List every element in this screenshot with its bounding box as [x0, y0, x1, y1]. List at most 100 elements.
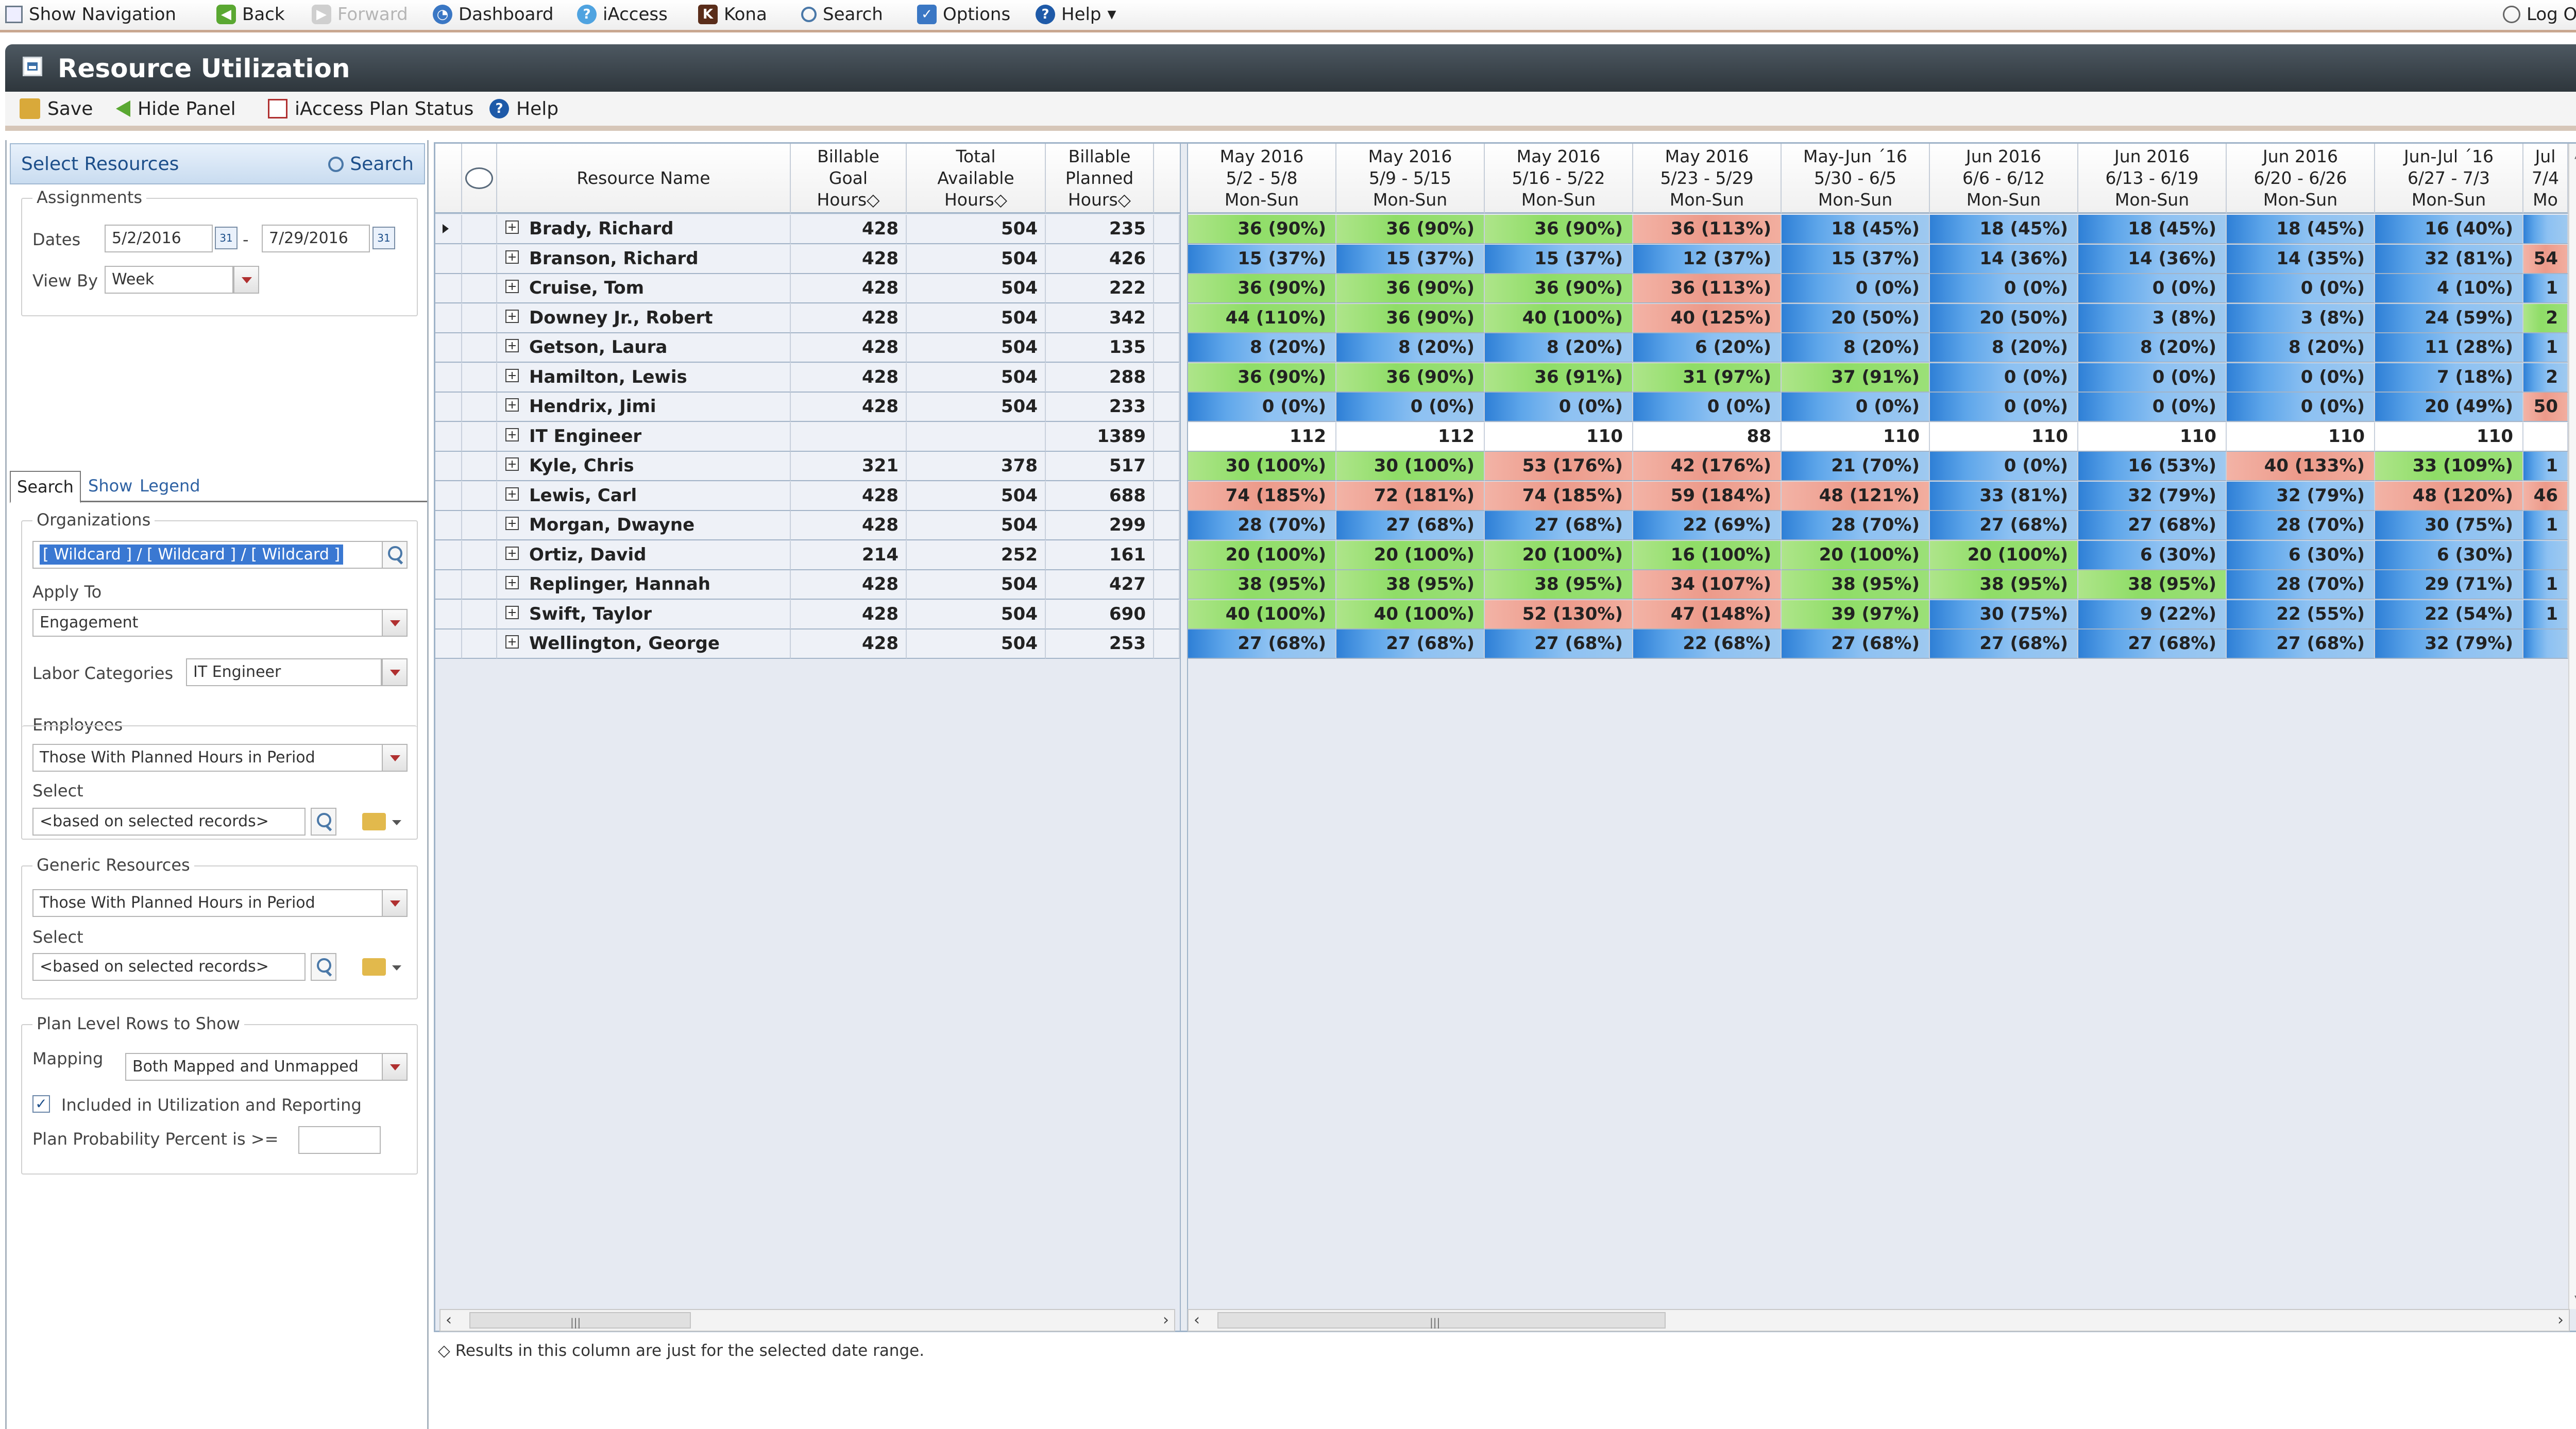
row-selector[interactable]	[435, 600, 462, 630]
week-utilization-cell[interactable]: 0 (0%)	[1485, 393, 1633, 422]
labor-categories-select[interactable]: IT Engineer	[186, 658, 382, 686]
week-utilization-cell[interactable]: 0 (0%)	[1930, 363, 2078, 393]
week-utilization-cell[interactable]: 22 (55%)	[2227, 600, 2375, 630]
week-utilization-cell[interactable]: 36 (90%)	[1336, 274, 1485, 303]
week-utilization-cell[interactable]: 7 (18%)	[2375, 363, 2523, 393]
week-header[interactable]: May 2016 5/2 - 5/8 Mon-Sun	[1188, 144, 1336, 214]
week-utilization-cell[interactable]: 18 (45%)	[2078, 215, 2227, 244]
week-utilization-cell[interactable]: 30 (100%)	[1336, 452, 1485, 481]
week-utilization-cell[interactable]: 36 (90%)	[1188, 363, 1336, 393]
left-scroll-thumb[interactable]: |||	[469, 1312, 691, 1329]
week-utilization-cell[interactable]: 48 (121%)	[1782, 481, 1930, 511]
week-utilization-cell[interactable]: 0 (0%)	[1930, 393, 2078, 422]
week-utilization-cell[interactable]: 54	[2523, 244, 2568, 274]
week-utilization-cell[interactable]: 1	[2523, 600, 2568, 630]
hide-panel-button[interactable]: Hide Panel	[116, 96, 236, 122]
week-utilization-cell[interactable]: 36 (90%)	[1188, 215, 1336, 244]
week-utilization-cell[interactable]: 110	[1485, 422, 1633, 452]
week-utilization-cell[interactable]: 36 (90%)	[1336, 303, 1485, 333]
week-utilization-cell[interactable]: 32 (79%)	[2078, 481, 2227, 511]
probability-input[interactable]	[298, 1126, 381, 1154]
week-utilization-cell[interactable]: 8 (20%)	[1930, 333, 2078, 363]
calendar-to-icon[interactable]: 31	[372, 227, 395, 249]
week-utilization-cell[interactable]: 1	[2523, 274, 2568, 303]
week-header[interactable]: Jun-Jul ´16 6/27 - 7/3 Mon-Sun	[2375, 144, 2523, 214]
expand-icon[interactable]	[505, 635, 519, 649]
week-utilization-cell[interactable]: 36 (90%)	[1485, 274, 1633, 303]
week-utilization-cell[interactable]: 22 (68%)	[1633, 630, 1782, 659]
apply-to-select[interactable]: Engagement	[32, 609, 383, 637]
row-comment-cell[interactable]	[462, 393, 497, 422]
available-hours-header[interactable]: Total Available Hours◇	[907, 144, 1046, 214]
week-utilization-cell[interactable]: 27 (68%)	[2227, 630, 2375, 659]
week-utilization-cell[interactable]: 30 (75%)	[1930, 600, 2078, 630]
week-utilization-cell[interactable]: 36 (90%)	[1485, 215, 1633, 244]
row-comment-cell[interactable]	[462, 570, 497, 600]
week-utilization-cell[interactable]: 27 (68%)	[1485, 630, 1633, 659]
week-utilization-cell[interactable]: 8 (20%)	[1782, 333, 1930, 363]
week-utilization-cell[interactable]: 20 (49%)	[2375, 393, 2523, 422]
row-selector[interactable]	[435, 215, 462, 244]
expand-icon[interactable]	[505, 368, 519, 382]
week-utilization-cell[interactable]: 22 (69%)	[1633, 511, 1782, 540]
scroll-right-icon[interactable]: ›	[1163, 1311, 1169, 1329]
week-utilization-cell[interactable]: 18 (45%)	[2227, 215, 2375, 244]
kona-button[interactable]: K Kona	[698, 2, 767, 27]
week-utilization-cell[interactable]: 12 (37%)	[1633, 244, 1782, 274]
week-utilization-cell[interactable]: 47 (148%)	[1633, 600, 1782, 630]
week-utilization-cell[interactable]: 21 (70%)	[1782, 452, 1930, 481]
table-row[interactable]: Downey Jr., Robert 428 504 342 44 (110%) 36 (…	[435, 303, 2568, 333]
week-utilization-cell[interactable]: 30 (75%)	[2375, 511, 2523, 540]
vertical-scrollbar[interactable]: ▲ ▼	[2568, 144, 2576, 1309]
week-utilization-cell[interactable]: 0 (0%)	[1782, 274, 1930, 303]
week-utilization-cell[interactable]: 0 (0%)	[1930, 452, 2078, 481]
row-comment-cell[interactable]	[462, 540, 497, 570]
week-utilization-cell[interactable]: 27 (68%)	[1336, 511, 1485, 540]
week-utilization-cell[interactable]: 110	[2227, 422, 2375, 452]
table-row[interactable]: Brady, Richard 428 504 235 36 (90%) 36 (90%) 3…	[435, 215, 2568, 244]
week-utilization-cell[interactable]: 52 (130%)	[1485, 600, 1633, 630]
expand-icon[interactable]	[505, 517, 519, 530]
week-utilization-cell[interactable]: 28 (70%)	[1782, 511, 1930, 540]
row-comment-cell[interactable]	[462, 333, 497, 363]
week-utilization-cell[interactable]: 2	[2523, 303, 2568, 333]
table-row[interactable]: Ortiz, David 214 252 161 20 (100%) 20 (100%) 2…	[435, 540, 2568, 570]
employees-records-input[interactable]: <based on selected records>	[32, 808, 306, 836]
week-utilization-cell[interactable]: 112	[1336, 422, 1485, 452]
week-header[interactable]: Jun 2016 6/13 - 6/19 Mon-Sun	[2078, 144, 2227, 214]
week-utilization-cell[interactable]: 0 (0%)	[1188, 393, 1336, 422]
expand-icon[interactable]	[505, 457, 519, 471]
table-row[interactable]: IT Engineer 1389 112 112 110 88 110 110 110 110 11…	[435, 422, 2568, 452]
apply-to-dropdown-button[interactable]	[382, 609, 408, 637]
week-utilization-cell[interactable]: 40 (100%)	[1188, 600, 1336, 630]
row-comment-cell[interactable]	[462, 363, 497, 393]
planned-hours-header[interactable]: Billable Planned Hours◇	[1046, 144, 1154, 214]
week-utilization-cell[interactable]: 20 (100%)	[1782, 540, 1930, 570]
row-selector[interactable]	[435, 333, 462, 363]
week-utilization-cell[interactable]: 88	[1633, 422, 1782, 452]
expand-icon[interactable]	[505, 546, 519, 560]
generic-lookup-icon[interactable]	[311, 953, 336, 981]
right-scroll-thumb[interactable]: |||	[1217, 1312, 1666, 1329]
right-horizontal-scrollbar[interactable]: ‹ ||| ›	[1188, 1309, 2570, 1332]
week-header[interactable]: Jun 2016 6/20 - 6/26 Mon-Sun	[2227, 144, 2375, 214]
week-utilization-cell[interactable]: 1	[2523, 570, 2568, 600]
week-utilization-cell[interactable]: 38 (95%)	[1336, 570, 1485, 600]
week-utilization-cell[interactable]: 0 (0%)	[1633, 393, 1782, 422]
week-utilization-cell[interactable]: 27 (68%)	[1336, 630, 1485, 659]
tab-legend[interactable]: Legend	[133, 471, 207, 501]
week-utilization-cell[interactable]: 42 (176%)	[1633, 452, 1782, 481]
row-comment-cell[interactable]	[462, 422, 497, 452]
week-utilization-cell[interactable]: 27 (68%)	[1485, 511, 1633, 540]
week-utilization-cell[interactable]: 16 (53%)	[2078, 452, 2227, 481]
help-menu-button[interactable]: ? Help ▼	[1036, 2, 1116, 27]
week-utilization-cell[interactable]: 27 (68%)	[2078, 630, 2227, 659]
week-utilization-cell[interactable]: 4 (10%)	[2375, 274, 2523, 303]
week-utilization-cell[interactable]: 110	[1930, 422, 2078, 452]
employees-folder-icon[interactable]	[362, 813, 401, 830]
left-horizontal-scrollbar[interactable]: ‹ ||| ›	[439, 1309, 1175, 1332]
week-utilization-cell[interactable]: 40 (133%)	[2227, 452, 2375, 481]
week-utilization-cell[interactable]: 38 (95%)	[1485, 570, 1633, 600]
week-utilization-cell[interactable]: 39 (97%)	[1782, 600, 1930, 630]
week-utilization-cell[interactable]: 0 (0%)	[2227, 393, 2375, 422]
